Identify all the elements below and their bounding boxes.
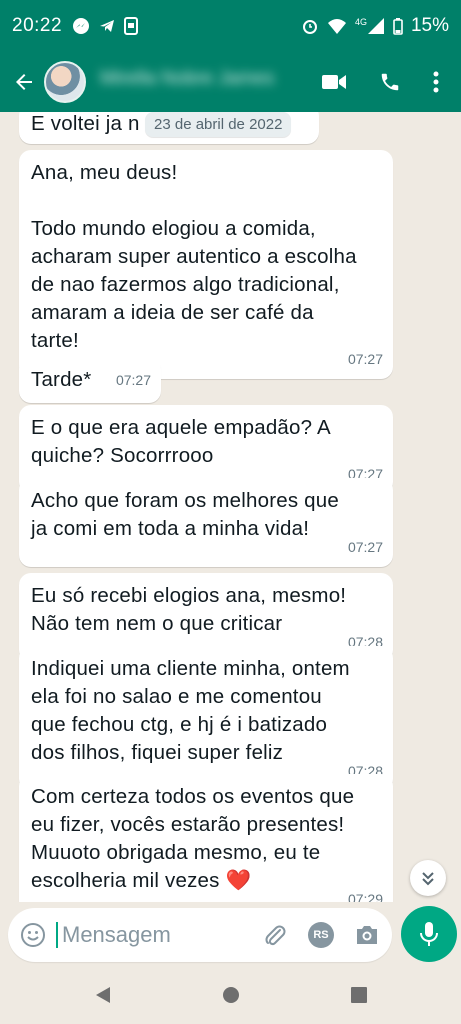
input-actions: RS	[262, 922, 380, 948]
message-bubble[interactable]: Tarde* 07:27	[19, 357, 161, 403]
message-text: Ana, meu deus! Todo mundo elogiou a comi…	[31, 161, 357, 352]
system-nav-bar	[0, 966, 461, 1024]
mic-button[interactable]	[401, 906, 457, 962]
battery-percent: 15%	[410, 15, 449, 36]
notification-icons	[72, 17, 139, 35]
phone-app-icon	[124, 17, 139, 35]
alarm-icon	[302, 20, 317, 34]
contact-name[interactable]: Mirella Nobre James	[100, 68, 300, 96]
date-chip: 23 de abril de 2022	[145, 112, 292, 137]
camera-icon[interactable]	[354, 924, 380, 946]
message-time: 07:27	[115, 372, 151, 388]
network-type: 4G	[354, 17, 367, 27]
message-text: Eu só recebi elogios ana, mesmo! Não tem…	[31, 584, 347, 635]
message-text: Acho que foram os melhores que ja comi e…	[31, 489, 339, 540]
emoji-icon[interactable]	[20, 922, 46, 948]
chat-area[interactable]: E voltei ja n Ana, meu deus! Todo mundo …	[0, 112, 461, 902]
message-text: E o que era aquele empadão? A quiche? So…	[31, 416, 331, 467]
more-vert-icon[interactable]	[433, 71, 439, 93]
scroll-to-bottom-button[interactable]	[410, 860, 446, 896]
message-input-bar: RS	[8, 908, 392, 962]
nav-home-icon[interactable]	[222, 986, 240, 1004]
message-text: Com certeza todos os eventos que eu fize…	[31, 785, 355, 892]
chevron-double-down-icon	[422, 872, 434, 886]
header-actions	[321, 71, 439, 93]
messenger-icon	[73, 18, 90, 34]
video-call-icon[interactable]	[321, 72, 347, 92]
system-icons: 4G 15%	[301, 15, 449, 37]
message-bubble[interactable]: Indiquei uma cliente minha, ontem ela fo…	[19, 646, 393, 791]
message-time: 07:29	[347, 891, 383, 902]
signal-icon	[367, 18, 384, 34]
status-bar: 20:22 4G 15%	[0, 0, 461, 52]
back-arrow-icon	[16, 74, 32, 90]
message-input[interactable]	[56, 922, 226, 948]
phone-icon[interactable]	[379, 71, 401, 93]
attach-icon[interactable]	[262, 922, 288, 948]
message-bubble[interactable]: Ana, meu deus! Todo mundo elogiou a comi…	[19, 150, 393, 379]
nav-back-icon[interactable]	[94, 985, 112, 1005]
back-button[interactable]	[4, 62, 44, 102]
wifi-icon	[327, 19, 346, 34]
message-time: 07:27	[347, 351, 383, 367]
chat-header: Mirella Nobre James	[0, 52, 461, 112]
message-bubble[interactable]: Acho que foram os melhores que ja comi e…	[19, 478, 393, 567]
top-bar: 20:22 4G 15% Mirella Nobre James	[0, 0, 461, 112]
payment-badge[interactable]: RS	[308, 922, 334, 948]
message-text: Indiquei uma cliente minha, ontem ela fo…	[31, 657, 350, 764]
telegram-icon	[100, 20, 115, 32]
status-time: 20:22	[12, 15, 63, 36]
message-time: 07:27	[347, 539, 383, 555]
mic-icon	[420, 922, 438, 946]
battery-icon	[393, 18, 403, 35]
contact-avatar[interactable]	[44, 61, 86, 103]
nav-recents-icon[interactable]	[350, 986, 368, 1004]
message-bubble[interactable]: Com certeza todos os eventos que eu fize…	[19, 774, 393, 902]
